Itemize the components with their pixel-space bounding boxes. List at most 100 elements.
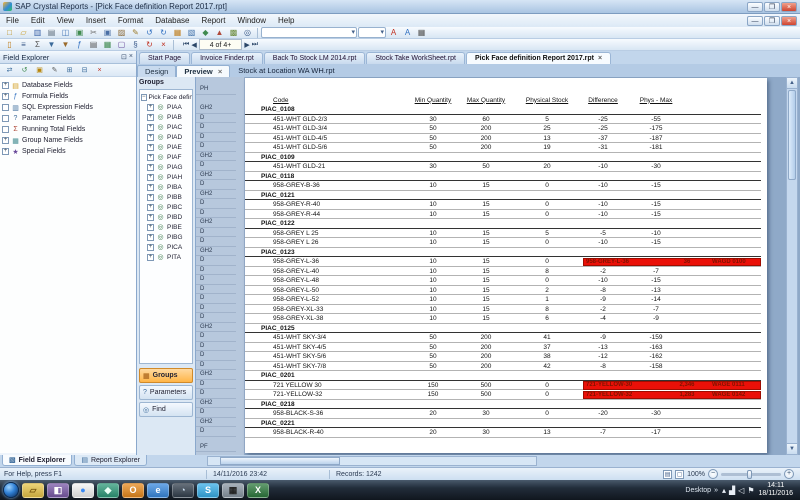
doc-tab[interactable]: Start Page: [139, 52, 190, 64]
table-row[interactable]: 721 YELLOW 301505000-150-500721-YELLOW-3…: [245, 381, 761, 391]
zoom-in-icon[interactable]: +: [784, 469, 794, 479]
browse-data-icon[interactable]: ↺: [18, 65, 31, 76]
edit-field-icon[interactable]: ✎: [48, 65, 61, 76]
skype-icon[interactable]: S: [197, 483, 219, 498]
hscroll-thumb[interactable]: [220, 457, 340, 465]
table-row[interactable]: 958-GREY L 2610150-10-15: [245, 238, 761, 248]
group-tree-item[interactable]: +◎PIBA: [141, 182, 191, 192]
delete-icon[interactable]: ×: [93, 65, 106, 76]
table-row[interactable]: 958-GREY-R-4410150-10-15: [245, 210, 761, 220]
expand-icon[interactable]: [2, 104, 9, 111]
group-tree-item[interactable]: +◎PIBG: [141, 232, 191, 242]
clock-app-icon[interactable]: ◔: [172, 483, 194, 498]
group-tree-item[interactable]: +◎PIAC: [141, 122, 191, 132]
table-row[interactable]: 958-GREY L 2510155-5-10: [245, 229, 761, 239]
parameters-side-button[interactable]: ?Parameters: [139, 385, 193, 400]
doc-tab[interactable]: Stock Take WorkSheet.rpt: [366, 52, 465, 64]
horizontal-scrollbar[interactable]: [207, 456, 537, 466]
expand-icon[interactable]: +: [147, 194, 154, 201]
menu-edit[interactable]: Edit: [25, 16, 51, 25]
menu-view[interactable]: View: [51, 16, 80, 25]
doc-tab[interactable]: Pick Face definition Report 2017.rpt×: [466, 52, 611, 64]
menu-window[interactable]: Window: [232, 16, 272, 25]
group-tree-item[interactable]: +◎PIBD: [141, 212, 191, 222]
minimize-button[interactable]: —: [747, 2, 763, 12]
calculator-icon[interactable]: ▦: [222, 483, 244, 498]
close-button[interactable]: ×: [781, 2, 797, 12]
print-preview-icon[interactable]: ◫: [59, 27, 72, 38]
menu-database[interactable]: Database: [149, 16, 195, 25]
volume-icon[interactable]: ◁: [738, 486, 744, 495]
group-tree-item[interactable]: +◎PITA: [141, 252, 191, 262]
table-row[interactable]: 958-GREY-XL-3310158-2-7: [245, 305, 761, 315]
save-icon[interactable]: ▥: [31, 27, 44, 38]
record-sort-icon[interactable]: ▼: [45, 39, 58, 50]
zoom-slider[interactable]: [721, 473, 781, 476]
expand-icon[interactable]: +: [2, 82, 9, 89]
insert-text-object-icon[interactable]: ▯: [3, 39, 16, 50]
toggle-group-tree-icon[interactable]: ▦: [171, 27, 184, 38]
table-row[interactable]: 451-WHT SKY-4/55020037-13-163: [245, 343, 761, 353]
insert-summary-icon[interactable]: Σ: [31, 39, 44, 50]
expand-icon[interactable]: [2, 126, 9, 133]
field-explorer-item[interactable]: ?Parameter Fields: [2, 113, 134, 124]
expand-icon[interactable]: +: [147, 174, 154, 181]
preview-close-icon[interactable]: ×: [218, 67, 222, 76]
table-row[interactable]: 451-WHT GLD-5/65020019-31-181: [245, 143, 761, 153]
find-side-button[interactable]: ◎Find: [139, 402, 193, 417]
field-explorer-item[interactable]: ▥SQL Expression Fields: [2, 102, 134, 113]
table-row[interactable]: 451-WHT GLD-21305020-10-30: [245, 162, 761, 172]
vertical-scrollbar[interactable]: ▲ ▼: [786, 77, 798, 455]
export-icon[interactable]: ▣: [73, 27, 86, 38]
table-row[interactable]: 451-WHT SKY-3/45020041-9-159: [245, 333, 761, 343]
expand-icon[interactable]: +: [147, 224, 154, 231]
expand-icon[interactable]: +: [2, 93, 9, 100]
find-icon[interactable]: ◎: [241, 27, 254, 38]
scroll-down-icon[interactable]: ▼: [787, 443, 797, 454]
table-row[interactable]: 958-GREY-L-5010152-8-13: [245, 286, 761, 296]
group-tree-item[interactable]: +◎PICA: [141, 242, 191, 252]
table-row[interactable]: 451-WHT SKY-5/65020038-12-162: [245, 352, 761, 362]
expand-icon[interactable]: +: [147, 144, 154, 151]
table-row[interactable]: 451-WHT SKY-7/85020042-8-158: [245, 362, 761, 372]
start-button[interactable]: [3, 482, 19, 498]
field-explorer-item[interactable]: +★Special Fields: [2, 146, 134, 157]
paste-icon[interactable]: ▨: [115, 27, 128, 38]
report-wizard-icon[interactable]: ◆: [199, 27, 212, 38]
hyperlink-icon[interactable]: §: [129, 39, 142, 50]
insert-chart-icon[interactable]: ▲: [213, 27, 226, 38]
collapse-icon[interactable]: −: [141, 94, 147, 101]
table-row[interactable]: 958-BLACK-R-40203013-7-17: [245, 428, 761, 438]
expand-icon[interactable]: +: [147, 124, 154, 131]
group-tree-item[interactable]: +◎PIAF: [141, 152, 191, 162]
expand-icon[interactable]: +: [147, 204, 154, 211]
field-explorer-item[interactable]: +ƒFormula Fields: [2, 91, 134, 102]
table-row[interactable]: 451-WHT GLD-4/55020013-37-187: [245, 134, 761, 144]
doc-tab[interactable]: Back To Stock LM 2014.rpt: [264, 52, 366, 64]
child-close-button[interactable]: ×: [781, 16, 797, 26]
last-page-icon[interactable]: ⏭: [252, 41, 258, 49]
groups-root-item[interactable]: −Pick Face defin: [141, 92, 191, 102]
group-tree-item[interactable]: +◎PIAH: [141, 172, 191, 182]
chevron-icon[interactable]: »: [714, 487, 718, 494]
table-row[interactable]: 958-GREY-R-4010150-10-15: [245, 200, 761, 210]
field-explorer-item[interactable]: +▤Database Fields: [2, 80, 134, 91]
table-row[interactable]: 958-GREY-L-5210151-9-14: [245, 295, 761, 305]
scroll-up-icon[interactable]: ▲: [787, 78, 797, 89]
open-icon[interactable]: ▱: [17, 27, 30, 38]
first-page-icon[interactable]: ⏮: [183, 41, 189, 49]
field-explorer-icon[interactable]: ▧: [185, 27, 198, 38]
bottom-tab-report-explorer[interactable]: ▤Report Explorer: [74, 455, 147, 466]
stop-icon[interactable]: ×: [157, 39, 170, 50]
table-row[interactable]: 721-YELLOW-321505000-150-500721-YELLOW-3…: [245, 390, 761, 400]
tray-chevron-icon[interactable]: ▴: [722, 486, 726, 495]
excel-icon[interactable]: X: [247, 483, 269, 498]
table-row[interactable]: 451-WHT GLD-2/330605-25-55: [245, 115, 761, 125]
prev-page-icon[interactable]: ◀: [191, 41, 196, 49]
zoom-slider-thumb[interactable]: [747, 470, 752, 479]
menu-help[interactable]: Help: [272, 16, 300, 25]
zoom-out-icon[interactable]: −: [708, 469, 718, 479]
expand-icon[interactable]: +: [147, 254, 154, 261]
group-tree-item[interactable]: +◎PIAA: [141, 102, 191, 112]
tab-preview[interactable]: Preview ×: [176, 65, 230, 77]
